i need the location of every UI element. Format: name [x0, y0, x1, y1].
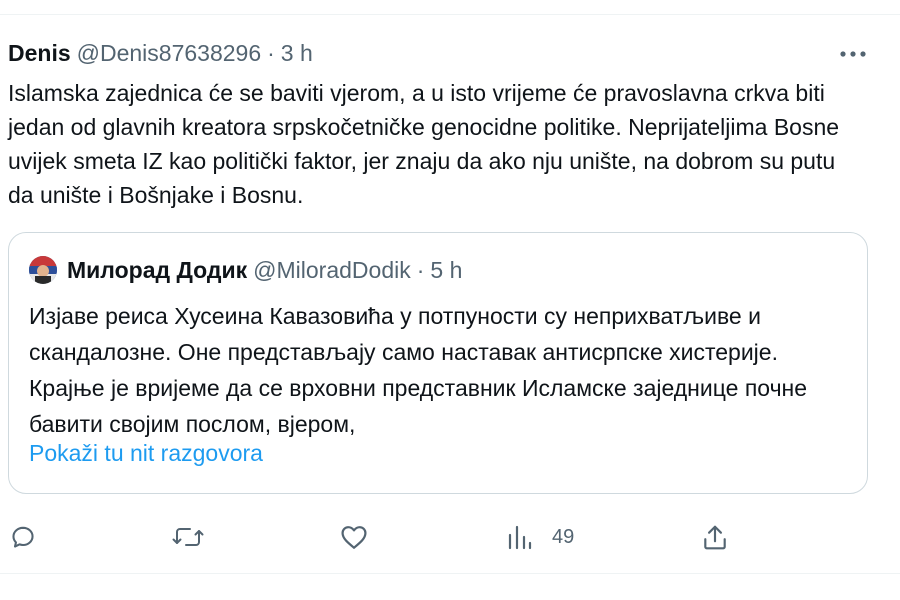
quoted-author-name[interactable]: Милорад Додик — [67, 257, 247, 284]
bottom-divider — [0, 573, 900, 574]
tweet-text: Islamska zajednica će se baviti vjerom, … — [8, 80, 840, 208]
share-button[interactable] — [702, 520, 728, 554]
quoted-tweet-time[interactable]: 5 h — [430, 257, 462, 284]
like-button[interactable] — [340, 520, 368, 554]
views-count: 49 — [552, 525, 575, 548]
heart-icon — [341, 526, 367, 549]
quoted-author-handle[interactable]: @MiloradDodik — [253, 257, 411, 284]
author-name[interactable]: Denis — [8, 40, 71, 67]
reply-icon — [12, 526, 34, 548]
views-button[interactable]: 49 — [508, 520, 574, 554]
header-separator: · — [267, 39, 275, 66]
reply-button[interactable] — [10, 520, 36, 554]
quoted-header-separator: · — [416, 256, 425, 283]
more-horizontal-icon — [840, 51, 866, 57]
retweet-button[interactable] — [172, 520, 204, 554]
analytics-icon — [508, 525, 532, 550]
quoted-tweet-text: Изјаве реиса Хусеина Кавазовића у потпун… — [29, 303, 808, 437]
avatar — [29, 256, 57, 284]
action-bar: 49 — [0, 520, 900, 554]
show-thread-link[interactable]: Pokaži tu nit razgovora — [29, 440, 263, 467]
tweet-time[interactable]: 3 h — [281, 40, 313, 67]
top-divider — [0, 14, 900, 15]
quoted-tweet-card[interactable]: Милорад Додик @MiloradDodik · 5 h Изјаве… — [8, 232, 868, 494]
retweet-icon — [172, 528, 204, 546]
author-handle[interactable]: @Denis87638296 — [77, 40, 261, 67]
quoted-tweet-header: Милорад Додик @MiloradDodik · 5 h — [29, 255, 462, 285]
more-options-button[interactable] — [836, 40, 870, 68]
tweet-header: Denis @Denis87638296 · 3 h — [8, 38, 313, 68]
share-icon — [704, 525, 726, 550]
